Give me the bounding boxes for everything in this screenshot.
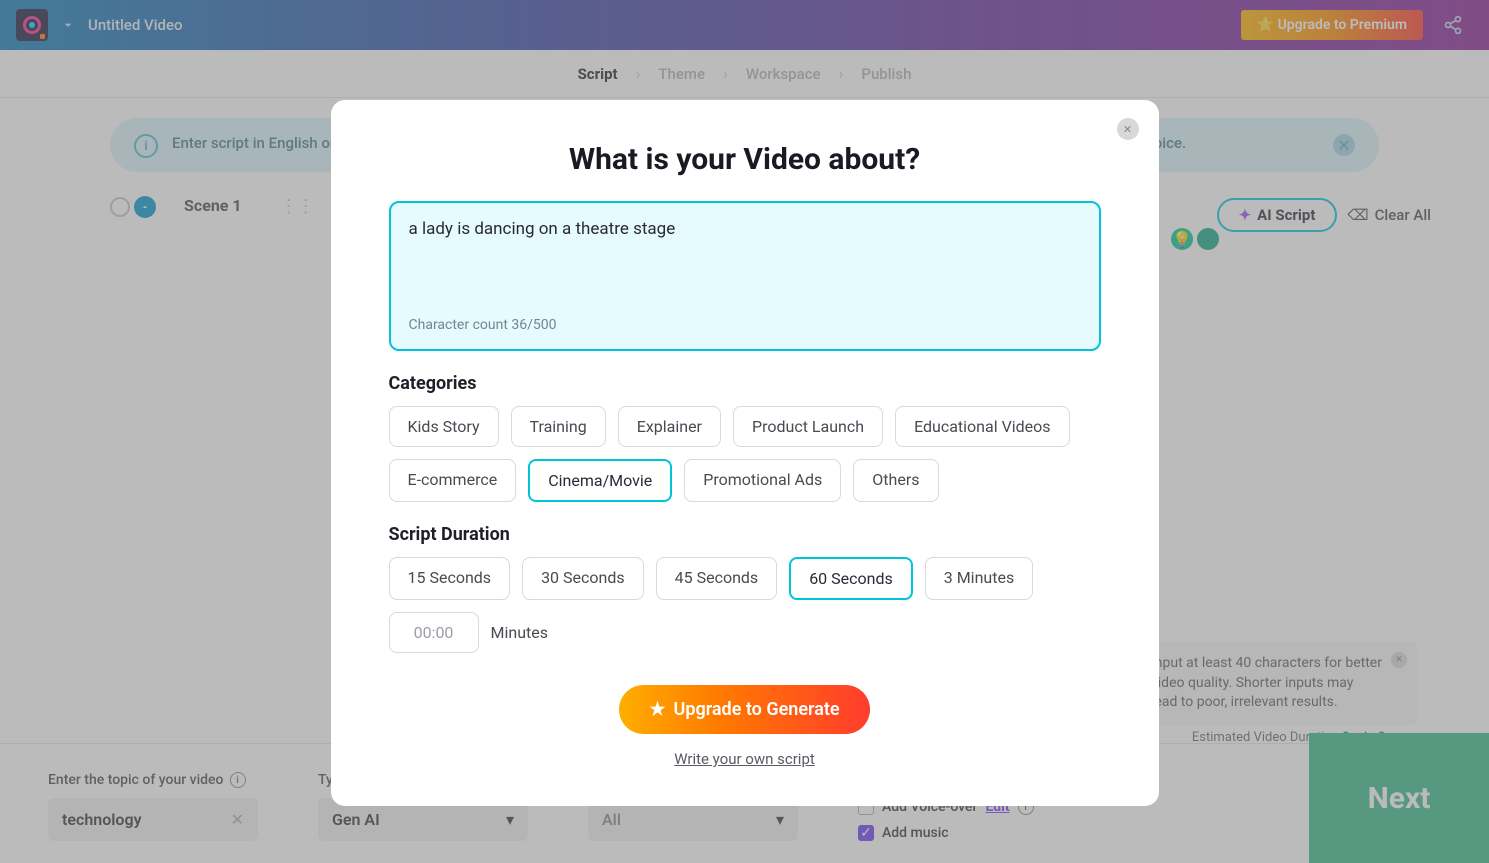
upgrade-generate-button[interactable]: ★ Upgrade to Generate [619,685,869,734]
duration-label: Script Duration [389,524,1101,545]
category-chip-explainer[interactable]: Explainer [618,406,721,447]
close-icon[interactable]: ✕ [1117,118,1139,140]
modal-title: What is your Video about? [389,142,1101,177]
duration-chip-15-seconds[interactable]: 15 Seconds [389,557,511,600]
categories-label: Categories [389,373,1101,394]
prompt-textarea[interactable]: a lady is dancing on a theatre stage Cha… [389,201,1101,351]
custom-duration-unit: Minutes [491,623,549,642]
category-chip-e-commerce[interactable]: E-commerce [389,459,517,502]
char-count: Character count 36/500 [409,317,1081,333]
duration-chip-45-seconds[interactable]: 45 Seconds [656,557,778,600]
category-chip-promotional-ads[interactable]: Promotional Ads [684,459,841,502]
custom-duration-input[interactable]: 00:00 [389,612,479,653]
category-chip-others[interactable]: Others [853,459,938,502]
duration-chip-3-minutes[interactable]: 3 Minutes [925,557,1033,600]
category-chip-cinema-movie[interactable]: Cinema/Movie [528,459,672,502]
star-icon: ★ [649,699,665,720]
duration-chip-60-seconds[interactable]: 60 Seconds [789,557,913,600]
duration-chip-30-seconds[interactable]: 30 Seconds [522,557,644,600]
category-chip-training[interactable]: Training [511,406,606,447]
category-chip-educational-videos[interactable]: Educational Videos [895,406,1069,447]
category-chip-product-launch[interactable]: Product Launch [733,406,883,447]
ai-script-modal: ✕ What is your Video about? a lady is da… [331,100,1159,806]
write-own-script-link[interactable]: Write your own script [389,750,1101,768]
category-chip-kids-story[interactable]: Kids Story [389,406,499,447]
